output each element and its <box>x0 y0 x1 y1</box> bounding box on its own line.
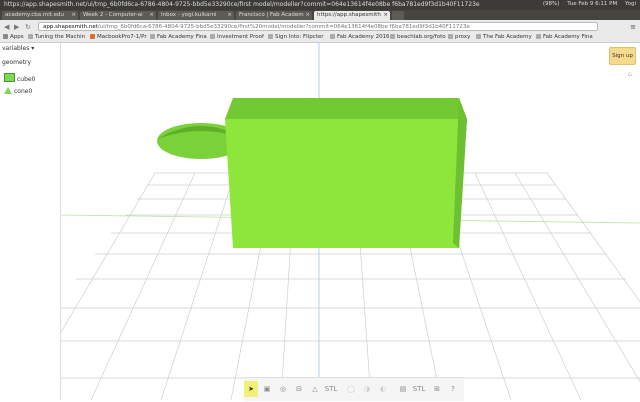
tree-item-cube0[interactable]: cube0 <box>4 73 35 83</box>
page-icon <box>210 34 215 39</box>
user-name[interactable]: Yogi <box>625 1 636 7</box>
page-icon <box>28 34 33 39</box>
tab-inbox[interactable]: Inbox - yogi.kulkarni × <box>158 11 234 20</box>
tab-academy[interactable]: academy.cba.mit.edu × <box>2 11 78 20</box>
os-top-bar: https://app.shapesmith.net/ui/tmp_6b0fd6… <box>0 0 640 10</box>
forward-icon[interactable]: ▶ <box>14 23 19 31</box>
grid-icon[interactable]: ⊞ <box>430 381 444 397</box>
close-tab-icon[interactable]: × <box>227 11 232 20</box>
help-button[interactable]: ? <box>446 381 460 397</box>
variables-header[interactable]: variables ▾ <box>2 45 34 52</box>
bookmarks-bar: Apps Tuning the Machin MacbookPro7-1/Pr … <box>0 33 640 43</box>
close-tab-icon[interactable]: × <box>305 11 310 20</box>
tab-week2[interactable]: Week 2 - Computer-ai × <box>80 11 156 20</box>
apps-icon <box>3 34 8 39</box>
page-icon <box>90 34 95 39</box>
select-tool-icon[interactable]: ➤ <box>244 381 258 397</box>
page-content: variables ▾ geometry cube0 cone0 Sign up… <box>0 43 640 401</box>
navigation-bar: ◀ ▶ ↻ app.shapesmith.net/ui/tmp_6b0fd6ca… <box>0 20 640 33</box>
url-domain: app.shapesmith.net <box>43 24 98 30</box>
back-icon[interactable]: ◀ <box>4 23 9 31</box>
bookmark-item[interactable]: Fab Academy Fina <box>150 34 207 40</box>
tab-strip: academy.cba.mit.edu × Week 2 - Computer-a… <box>0 10 640 20</box>
page-icon <box>390 34 395 39</box>
page-icon <box>330 34 335 39</box>
cone-tool-icon[interactable]: △ <box>308 381 322 397</box>
scene-canvas[interactable] <box>20 43 640 401</box>
object-tree-panel: variables ▾ geometry cube0 cone0 <box>0 43 61 400</box>
close-tab-icon[interactable]: × <box>149 11 154 20</box>
page-icon <box>268 34 273 39</box>
save-icon[interactable]: ▤ <box>396 381 410 397</box>
view-cube-icon[interactable]: ⌂ <box>628 70 632 78</box>
menu-icon[interactable]: ≡ <box>630 23 636 31</box>
bookmark-item[interactable]: beachlab.org/foto <box>390 34 446 40</box>
modeling-toolbar: ➤ ▣ ◎ ⊟ △ STL ◯ ◑ ◐ ▤ STL ⊞ ? <box>244 377 464 401</box>
import-stl-button[interactable]: STL <box>324 381 338 397</box>
tree-item-cone0[interactable]: cone0 <box>4 87 32 95</box>
window-title: https://app.shapesmith.net/ui/tmp_6b0fd6… <box>4 1 480 8</box>
page-icon <box>476 34 481 39</box>
union-tool-icon[interactable]: ◯ <box>344 381 358 397</box>
cube-solid[interactable] <box>225 98 467 248</box>
bookmark-item[interactable]: Fab Academy 2016 <box>330 34 390 40</box>
page-icon <box>536 34 541 39</box>
bookmark-item[interactable]: The Fab Academy <box>476 34 532 40</box>
signup-button[interactable]: Sign up <box>609 47 636 65</box>
bookmark-apps[interactable]: Apps <box>3 34 24 40</box>
cube-icon <box>4 73 15 82</box>
bookmark-item[interactable]: proxy <box>448 34 470 40</box>
cylinder-tool-icon[interactable]: ⊟ <box>292 381 306 397</box>
address-bar[interactable]: app.shapesmith.net/ui/tmp_6b0fd6ca-6786-… <box>38 22 598 31</box>
bookmark-item[interactable]: MacbookPro7-1/Pr <box>90 34 147 40</box>
new-tab-button[interactable] <box>392 11 404 20</box>
bookmark-item[interactable]: Tuning the Machin <box>28 34 85 40</box>
geometry-section-title: geometry <box>2 59 32 66</box>
close-tab-icon[interactable]: × <box>71 11 76 20</box>
subtract-tool-icon[interactable]: ◑ <box>360 381 374 397</box>
system-tray: (98%) Tue Feb 9 6:11 PM Yogi <box>537 1 636 7</box>
cube-tool-icon[interactable]: ▣ <box>260 381 274 397</box>
cone-icon <box>4 87 12 94</box>
intersect-tool-icon[interactable]: ◐ <box>376 381 390 397</box>
bookmark-item[interactable]: Fab Academy Fina <box>536 34 593 40</box>
bookmark-item[interactable]: Investment Proof <box>210 34 264 40</box>
bookmark-item[interactable]: Sign Into: Flipcter <box>268 34 324 40</box>
export-stl-button[interactable]: STL <box>412 381 426 397</box>
battery-status[interactable]: (98%) <box>543 1 560 7</box>
clock[interactable]: Tue Feb 9 6:11 PM <box>567 1 617 7</box>
tab-francisco[interactable]: Francisco | Fab Academ × <box>236 11 312 20</box>
close-tab-icon[interactable]: × <box>383 11 388 20</box>
tab-shapesmith[interactable]: https://app.shapesmith × <box>314 11 390 20</box>
chevron-down-icon: ▾ <box>31 45 35 52</box>
page-icon <box>448 34 453 39</box>
url-path: /ui/tmp_6b0fd6ca-6786-4804-9725-bbd5e332… <box>97 24 470 30</box>
sphere-tool-icon[interactable]: ◎ <box>276 381 290 397</box>
reload-icon[interactable]: ↻ <box>25 23 31 31</box>
3d-viewport[interactable]: Sign up ⌂ <box>20 43 640 401</box>
page-icon <box>150 34 155 39</box>
